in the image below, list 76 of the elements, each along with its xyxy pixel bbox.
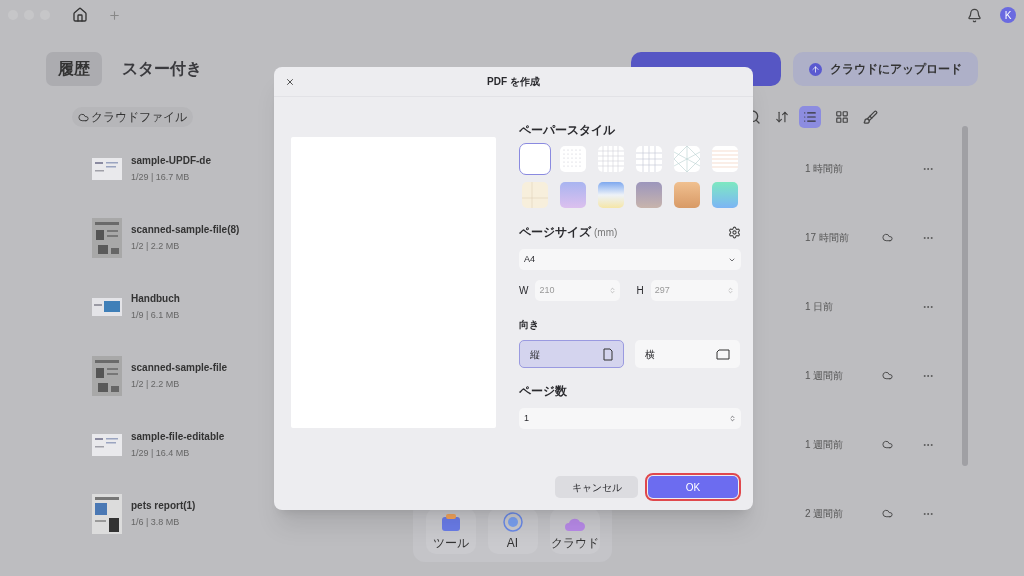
section-label: ページサイズ xyxy=(519,224,591,241)
section-label: 向き xyxy=(519,318,540,332)
modified-time: 17 時間前 xyxy=(805,231,850,245)
settings-icon[interactable] xyxy=(728,225,741,239)
bottom-toolbar-button[interactable]: クラウド xyxy=(549,508,600,554)
cloud-icon xyxy=(881,508,893,519)
document-thumbnail xyxy=(92,433,122,456)
paper-style-swatch[interactable] xyxy=(671,179,703,211)
portrait-page-icon xyxy=(603,347,613,361)
new-tab-icon[interactable] xyxy=(108,8,121,22)
document-thumbnail xyxy=(92,297,122,316)
toolbox-icon xyxy=(440,514,461,532)
orientation-option[interactable]: 縦 xyxy=(519,340,624,368)
bottom-toolbar-button[interactable]: ツール xyxy=(425,508,476,554)
modified-time: 1 週間前 xyxy=(805,438,845,452)
file-info: 1/29 | 16.4 MB xyxy=(131,446,191,460)
file-info: 1/29 | 16.7 MB xyxy=(131,170,191,184)
paper-style-swatch[interactable] xyxy=(595,179,627,211)
cloud-files-button[interactable]: クラウドファイル xyxy=(72,107,193,127)
section-label: ペーパースタイル xyxy=(519,122,616,139)
grid-icon xyxy=(835,110,849,124)
clean-brush-icon[interactable] xyxy=(863,109,878,125)
landscape-page-icon xyxy=(716,348,730,360)
sort-icon[interactable] xyxy=(775,110,789,124)
home-icon[interactable] xyxy=(72,7,88,23)
upload-icon xyxy=(809,62,822,76)
notification-bell-icon[interactable] xyxy=(967,7,982,23)
modified-time: 1 日前 xyxy=(805,300,835,314)
stepper-icon[interactable] xyxy=(609,287,617,294)
paper-style-swatch[interactable] xyxy=(671,143,703,175)
page-count-field[interactable]: 1 xyxy=(519,408,741,429)
document-thumbnail xyxy=(92,157,122,180)
dialog-title: PDF を作成 xyxy=(487,75,540,89)
document-thumbnail xyxy=(92,217,122,258)
user-avatar[interactable]: K xyxy=(1000,7,1016,23)
paper-style-swatch[interactable] xyxy=(595,143,627,175)
section-label: ページ数 xyxy=(519,383,568,400)
stepper-icon[interactable] xyxy=(726,287,734,294)
tab[interactable]: 履歴 xyxy=(46,52,102,86)
paper-style-swatch[interactable] xyxy=(709,179,741,211)
list-view-button[interactable] xyxy=(799,106,821,128)
paper-style-swatch[interactable] xyxy=(633,143,665,175)
ai-orb-icon xyxy=(502,512,523,532)
bottom-toolbar-button[interactable]: AI xyxy=(487,508,538,554)
file-info: 1/6 | 3.8 MB xyxy=(131,515,181,529)
file-info: 1/2 | 2.2 MB xyxy=(131,377,181,391)
cloud-icon xyxy=(78,111,89,123)
paper-style-swatch[interactable] xyxy=(557,179,589,211)
height-label: H xyxy=(636,284,644,298)
paper-style-swatch[interactable] xyxy=(519,143,551,175)
paper-style-swatch[interactable] xyxy=(633,179,665,211)
modified-time: 1 週間前 xyxy=(805,369,845,383)
cloud-icon xyxy=(881,370,893,381)
unit-label: (mm) xyxy=(594,225,618,240)
paper-style-swatch[interactable] xyxy=(519,179,551,211)
tab[interactable]: スター付き xyxy=(110,52,214,86)
cloud-icon xyxy=(881,439,893,450)
cloud-icon xyxy=(563,516,586,532)
paper-style-swatch[interactable] xyxy=(709,143,741,175)
upload-to-cloud-button[interactable]: クラウドにアップロード xyxy=(793,52,978,86)
file-info: 1/2 | 2.2 MB xyxy=(131,239,181,253)
document-thumbnail xyxy=(92,355,122,396)
list-icon xyxy=(803,110,817,124)
modified-time: 2 週間前 xyxy=(805,507,845,521)
scrollbar[interactable] xyxy=(962,126,968,466)
cloud-icon xyxy=(881,232,893,243)
document-thumbnail xyxy=(92,493,122,534)
page-size-dropdown[interactable]: A4 xyxy=(519,249,741,270)
file-info: 1/9 | 6.1 MB xyxy=(131,308,181,322)
orientation-option[interactable]: 横 xyxy=(635,340,740,368)
stepper-icon[interactable] xyxy=(729,415,736,422)
cancel-button[interactable]: キャンセル xyxy=(555,476,638,498)
width-label: W xyxy=(519,284,529,298)
ok-button[interactable]: OK xyxy=(648,476,738,498)
modified-time: 1 時間前 xyxy=(805,162,845,176)
close-icon[interactable] xyxy=(285,76,295,87)
